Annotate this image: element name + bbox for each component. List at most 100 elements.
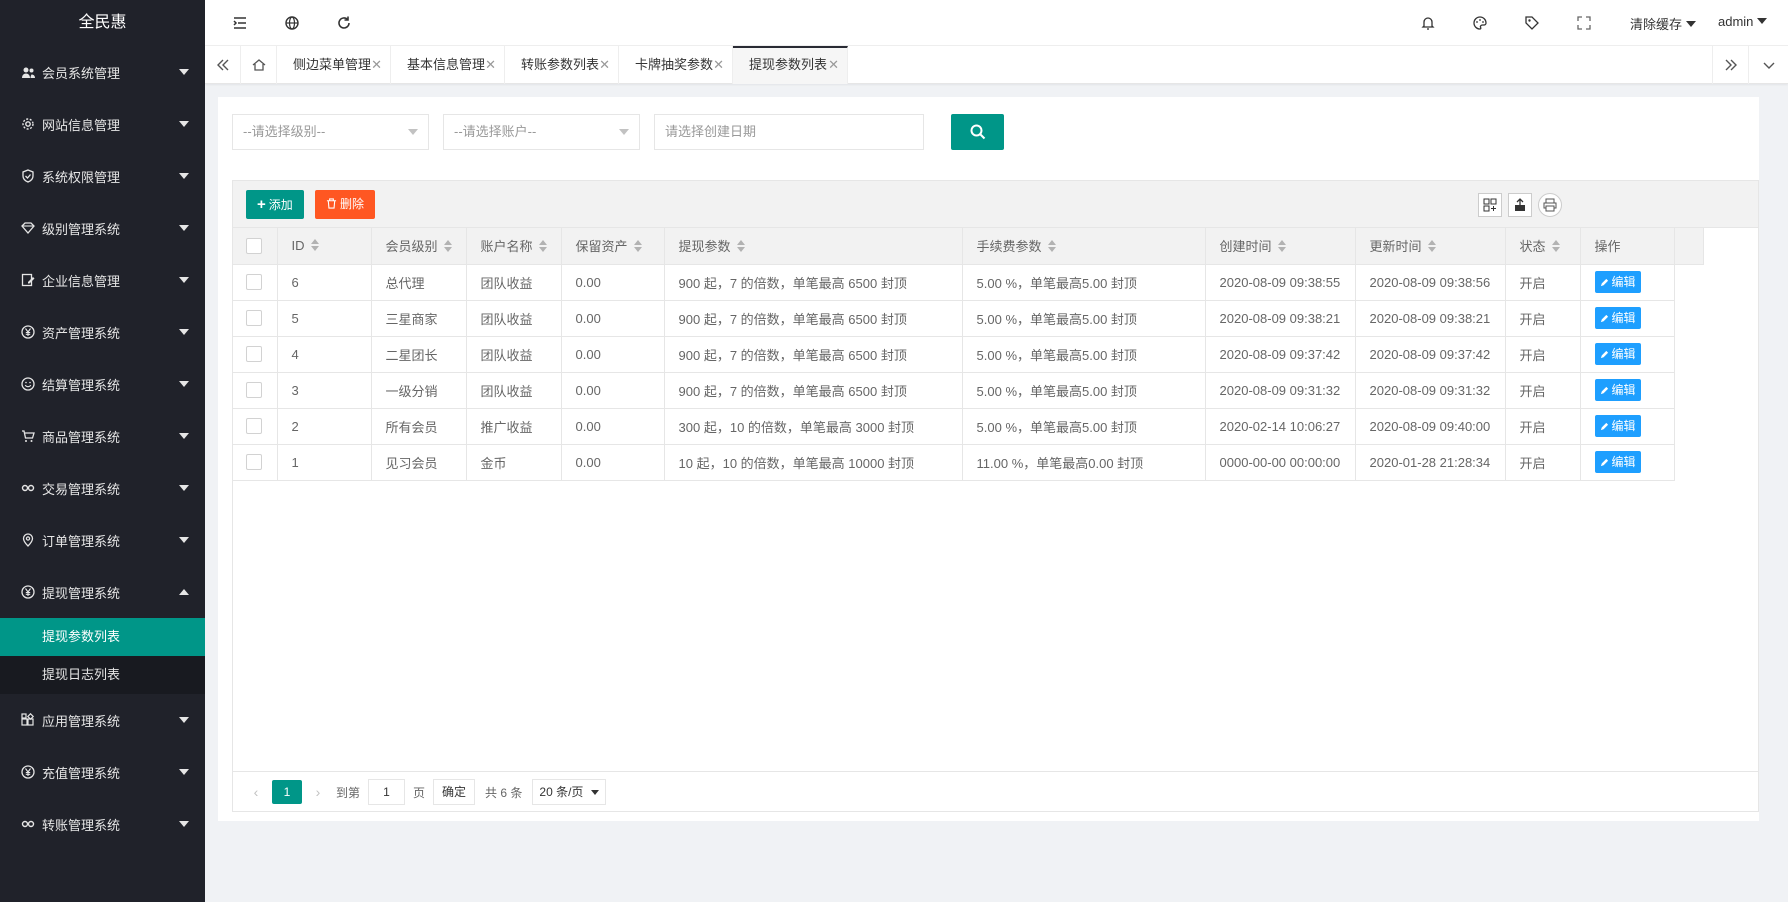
sidebar-item-2[interactable]: 系统权限管理	[0, 150, 205, 202]
app-title: 全民惠	[78, 14, 127, 31]
tab-1[interactable]: 基本信息管理 ✕	[391, 46, 505, 84]
cell-created: 0000-00-00 00:00:00	[1204, 443, 1356, 481]
sidebar-item-9[interactable]: 订单管理系统	[0, 514, 205, 566]
row-checkbox[interactable]	[246, 418, 262, 435]
tag-icon[interactable]	[1523, 14, 1541, 32]
level-select[interactable]: --请选择级别--	[232, 114, 429, 150]
sort-icon[interactable]	[633, 240, 642, 253]
sidebar-item-after-0[interactable]: 应用管理系统	[0, 694, 205, 746]
column-header-3[interactable]: 保留资产	[560, 228, 665, 265]
column-header-1[interactable]: 会员级别	[370, 228, 467, 265]
close-icon[interactable]: ✕	[828, 48, 839, 82]
sidebar-subitem-1[interactable]: 提现日志列表	[0, 656, 205, 694]
sidebar-item-after-2[interactable]: 转账管理系统	[0, 798, 205, 850]
sidebar-item-10[interactable]: 提现管理系统	[0, 566, 205, 618]
clear-cache-menu[interactable]: 清除缓存	[1630, 14, 1697, 33]
chevron-down-icon	[408, 129, 418, 135]
sidebar-subitem-0[interactable]: 提现参数列表	[0, 618, 205, 656]
row-checkbox[interactable]	[246, 274, 262, 291]
pencil-icon	[1600, 350, 1608, 359]
row-filler	[1673, 300, 1704, 336]
fullscreen-icon[interactable]	[1575, 14, 1593, 32]
search-button[interactable]	[951, 114, 1004, 150]
sidebar-item-4[interactable]: 企业信息管理	[0, 254, 205, 306]
column-header-2[interactable]: 账户名称	[465, 228, 562, 265]
edit-button[interactable]: 编辑	[1594, 343, 1641, 365]
close-icon[interactable]: ✕	[599, 46, 610, 84]
edit-button[interactable]: 编辑	[1594, 379, 1641, 401]
row-checkbox[interactable]	[246, 310, 262, 327]
tab-2[interactable]: 转账参数列表 ✕	[505, 46, 619, 84]
row-checkbox[interactable]	[246, 346, 262, 363]
delete-button-label: 删除	[340, 197, 365, 211]
sort-icon[interactable]	[736, 240, 745, 253]
app-logo[interactable]: 全民惠	[0, 0, 205, 46]
sort-icon[interactable]	[538, 240, 547, 253]
create-date-input[interactable]: 请选择创建日期	[654, 114, 924, 150]
tabs-scroll-left-icon[interactable]	[205, 46, 241, 84]
row-checkbox[interactable]	[246, 382, 262, 399]
sidebar-menu: 会员系统管理 网站信息管理 系统权限管理 级别管理系统 企业信息管理 资产管理系统 结算管理…	[0, 32, 205, 850]
next-page-icon[interactable]: ›	[308, 784, 328, 800]
sort-icon[interactable]	[1427, 240, 1436, 253]
refresh-icon[interactable]	[335, 14, 353, 32]
tab-3[interactable]: 卡牌抽奖参数 ✕	[619, 46, 733, 84]
bell-icon[interactable]	[1419, 14, 1437, 32]
menu-toggle-icon[interactable]	[231, 14, 249, 32]
edit-button[interactable]: 编辑	[1594, 415, 1641, 437]
sidebar-item-5[interactable]: 资产管理系统	[0, 306, 205, 358]
sidebar-item-8[interactable]: 交易管理系统	[0, 462, 205, 514]
edit-button[interactable]: 编辑	[1594, 451, 1641, 473]
add-button[interactable]: + 添加	[246, 190, 304, 219]
sort-icon[interactable]	[1047, 240, 1056, 253]
column-header-5[interactable]: 手续费参数	[961, 228, 1206, 265]
column-header-7[interactable]: 更新时间	[1354, 228, 1506, 265]
goto-page-input[interactable]: 1	[368, 779, 406, 805]
close-icon[interactable]: ✕	[485, 46, 496, 84]
apps-icon	[20, 712, 36, 728]
select-all-checkbox[interactable]	[246, 238, 262, 255]
print-icon[interactable]	[1538, 193, 1562, 217]
tab-4[interactable]: 提现参数列表 ✕	[733, 46, 848, 84]
column-filter-icon[interactable]	[1478, 193, 1502, 217]
column-header-4[interactable]: 提现参数	[663, 228, 963, 265]
tabs-dropdown-icon[interactable]	[1748, 46, 1788, 84]
sort-icon[interactable]	[443, 240, 452, 253]
sidebar-item-7[interactable]: 商品管理系统	[0, 410, 205, 462]
user-menu[interactable]: admin	[1718, 14, 1768, 29]
sort-icon[interactable]	[310, 239, 319, 252]
account-select[interactable]: --请选择账户--	[443, 114, 640, 150]
cell-level: 一级分销	[370, 371, 467, 409]
export-icon[interactable]	[1508, 193, 1532, 217]
delete-button[interactable]: 删除	[315, 190, 376, 219]
current-page-button[interactable]: 1	[272, 780, 302, 804]
cell-fee: 5.00 %，单笔最高5.00 封顶	[961, 263, 1206, 301]
close-icon[interactable]: ✕	[713, 46, 724, 84]
sort-icon[interactable]	[1551, 240, 1560, 253]
cell-level: 总代理	[370, 263, 467, 301]
sort-icon[interactable]	[1277, 240, 1286, 253]
sidebar-item-1[interactable]: 网站信息管理	[0, 98, 205, 150]
column-header-8[interactable]: 状态	[1504, 228, 1581, 265]
globe-icon[interactable]	[283, 14, 301, 32]
pencil-icon	[1600, 422, 1608, 431]
home-tab-icon[interactable]	[241, 46, 277, 84]
goto-confirm-button[interactable]: 确定	[433, 779, 476, 805]
page-size-select[interactable]: 20 条/页	[532, 779, 607, 805]
theme-palette-icon[interactable]	[1471, 14, 1489, 32]
column-header-0[interactable]: ID	[276, 228, 372, 265]
edit-button[interactable]: 编辑	[1594, 271, 1641, 293]
tabs-scroll-right-icon[interactable]	[1712, 46, 1748, 84]
sidebar-item-3[interactable]: 级别管理系统	[0, 202, 205, 254]
edit-button[interactable]: 编辑	[1594, 307, 1641, 329]
prev-page-icon[interactable]: ‹	[246, 784, 266, 800]
sidebar-item-0[interactable]: 会员系统管理	[0, 46, 205, 98]
sidebar-item-after-1[interactable]: 充值管理系统	[0, 746, 205, 798]
close-icon[interactable]: ✕	[371, 46, 382, 84]
row-checkbox[interactable]	[246, 454, 262, 471]
cell-fee: 5.00 %，单笔最高5.00 封顶	[961, 299, 1206, 337]
tab-0[interactable]: 侧边菜单管理 ✕	[277, 46, 391, 84]
column-header-6[interactable]: 创建时间	[1204, 228, 1356, 265]
sidebar-item-6[interactable]: 结算管理系统	[0, 358, 205, 410]
tab-label: 侧边菜单管理	[293, 57, 372, 72]
